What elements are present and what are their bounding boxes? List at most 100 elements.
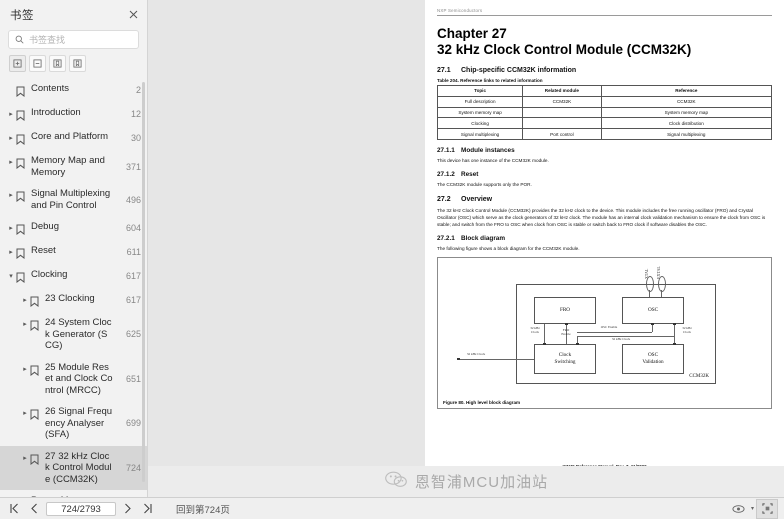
bookmark-item[interactable]: Contents 2	[0, 78, 147, 102]
chevron-right-icon[interactable]: ▸	[6, 131, 16, 145]
table-cell-topic: System memory map	[436, 106, 524, 119]
bookmark-item[interactable]: ▸ 23 Clocking 617	[0, 288, 147, 312]
chevron-right-icon[interactable]: ▸	[20, 406, 30, 420]
bookmark-item[interactable]: ▸ Reset 611	[0, 240, 147, 264]
view-mode-icon[interactable]	[729, 500, 749, 518]
goto-page-link[interactable]: 回到第724页	[176, 502, 230, 516]
bookmark-item[interactable]: ▸ Core and Platform 30	[0, 126, 147, 150]
bookmark-icon	[30, 451, 41, 465]
bookmark-label: Signal Multiplexing and Pin Control	[31, 188, 111, 211]
page-number-input[interactable]: 724/2793	[46, 501, 116, 516]
pdf-reader-window: 书签 书签查找 Contents 2 ▸ Introduction 12 ▸ C…	[0, 0, 784, 519]
bookmark-item[interactable]: ▸ Debug 604	[0, 216, 147, 240]
add-bookmark-icon[interactable]	[49, 55, 66, 72]
block-osc-validation: OSC Validation	[622, 343, 684, 374]
bookmark-item[interactable]: ▸ 24 System Clock Generator (SCG) 625	[0, 312, 147, 357]
table-cell-reference[interactable]: Signal multiplexing	[600, 128, 773, 140]
section-27-2-title: Overview	[461, 195, 493, 203]
chevron-down-icon[interactable]: ▾	[751, 505, 754, 512]
bookmarks-panel-header: 书签	[0, 0, 147, 30]
bookmark-page-number: 2	[135, 85, 141, 95]
chevron-right-icon[interactable]: ▸	[6, 155, 16, 169]
bookmarks-panel-title: 书签	[10, 10, 34, 22]
bookmark-icon	[30, 293, 41, 308]
bookmark-label: Core and Platform	[31, 131, 109, 142]
table-cell-reference[interactable]: CCM32K	[600, 95, 773, 108]
chevron-right-icon[interactable]: ▸	[20, 451, 30, 465]
bookmark-item[interactable]: ▸ 26 Signal Frequency Analyser (SFA) 699	[0, 401, 147, 446]
chevron-right-icon[interactable]: ▸	[20, 362, 30, 376]
wire-label-osc-enable: OSC Enable	[600, 324, 618, 329]
chevron-right-icon[interactable]: ▸	[6, 107, 16, 121]
previous-page-icon[interactable]	[24, 500, 44, 518]
bookmark-label: 25 Module Reset and Clock Control (MRCC)	[45, 361, 113, 396]
last-page-icon[interactable]	[138, 500, 158, 518]
chapter-title: 32 kHz Clock Control Module (CCM32K)	[437, 42, 692, 57]
bookmark-item[interactable]: ▸Power Management738	[0, 490, 147, 497]
bookmark-toolbar	[0, 49, 147, 77]
bookmark-icon	[16, 245, 27, 260]
next-page-icon[interactable]	[118, 500, 138, 518]
table-cell-reference[interactable]: System memory map	[600, 106, 773, 119]
chevron-right-icon[interactable]: ▸	[20, 317, 30, 331]
bookmark-page-number: 625	[125, 329, 141, 340]
section-27-1-number: 27.1	[437, 67, 451, 74]
chevron-right-icon[interactable]: ▸	[6, 188, 16, 202]
table-header-module: Related module	[522, 85, 602, 97]
pdf-viewer: NXP Semiconductors Chapter 27 32 kHz Clo…	[148, 0, 784, 497]
table-cell-topic: Full description	[436, 95, 524, 108]
chevron-right-icon[interactable]: ▸	[20, 293, 30, 307]
junction-dot-1	[543, 342, 546, 346]
bookmark-item[interactable]: ▸ Introduction 12	[0, 102, 147, 126]
wire-osc-enable-h	[577, 331, 652, 333]
bookmark-item[interactable]: ▸ Memory Map and Memory 371	[0, 150, 147, 183]
wire-osc-clock-down	[674, 323, 675, 344]
pdf-page: NXP Semiconductors Chapter 27 32 kHz Clo…	[425, 0, 784, 484]
bookmark-item[interactable]: ▾ Clocking 617	[0, 264, 147, 288]
block-fro: FRO	[534, 296, 596, 324]
bookmark-icon	[16, 83, 27, 98]
chevron-right-icon[interactable]: ▸	[6, 221, 16, 235]
bookmark-search-input[interactable]	[29, 34, 129, 45]
table-header-reference: Reference	[600, 85, 773, 97]
fit-page-icon[interactable]	[756, 498, 778, 519]
table-row: Full description CCM32K CCM32K	[436, 95, 773, 108]
bookmark-page-number: 651	[125, 373, 141, 384]
chevron-down-icon[interactable]: ▾	[6, 269, 16, 283]
bookmark-label: Clocking	[31, 269, 68, 280]
junction-dot-5	[673, 322, 676, 326]
bookmark-label: Introduction	[31, 107, 81, 118]
bookmark-search-box[interactable]	[8, 30, 139, 49]
bookmark-item[interactable]: ▸ 25 Module Reset and Clock Control (MRCC…	[0, 357, 147, 402]
watermark-banner: 恩智浦MCU加油站	[148, 466, 784, 497]
bookmark-item[interactable]: ▸ Signal Multiplexing and Pin Control 496	[0, 183, 147, 216]
wire-label-fro-clock: 32 kHz Clock	[530, 325, 540, 334]
block-clock-switching: Clock Switching	[534, 343, 596, 374]
expand-all-bookmarks-icon[interactable]	[9, 55, 26, 72]
section-27-1-1-number: 27.1.1	[437, 146, 455, 154]
bookmark-label: 26 Signal Frequency Analyser (SFA)	[45, 406, 113, 440]
bookmark-options-icon[interactable]	[69, 55, 86, 72]
wire-label-fro-enable: FRO Enable	[561, 327, 571, 336]
bookmark-icon	[16, 188, 27, 203]
bookmark-item[interactable]: ▸ 27 32 kHz Clock Control Module (CCM32K)…	[0, 445, 147, 490]
table-cell-topic: Signal multiplexing	[436, 128, 524, 140]
collapse-all-bookmarks-icon[interactable]	[29, 55, 46, 72]
section-27-1-2-body: The CCM32K module supports only the POR.	[437, 181, 532, 187]
bookmarks-tree[interactable]: Contents 2 ▸ Introduction 12 ▸ Core and Platfo…	[0, 78, 147, 497]
table-cell-module: CCM32K	[522, 95, 602, 108]
section-27-1-2-title: Reset	[461, 170, 479, 178]
bookmarks-scrollbar[interactable]	[142, 82, 145, 482]
close-icon[interactable]	[126, 8, 140, 22]
bookmark-page-number: 12	[130, 109, 141, 119]
chevron-right-icon[interactable]: ▸	[6, 245, 16, 259]
table-row: Clocking Clock distribution	[436, 117, 773, 130]
bookmark-page-number: 371	[125, 161, 141, 172]
first-page-icon[interactable]	[4, 500, 24, 518]
table-cell-reference[interactable]: Clock distribution	[600, 117, 773, 130]
block-diagram-figure: XTAL EXTAL CCM32K FRO OSC Clock Switching…	[437, 256, 772, 409]
table-cell-module: Port control	[522, 128, 602, 140]
wire-label-osc-clock: 32 kHz Clock	[682, 325, 692, 334]
section-27-2-1-number: 27.2.1	[437, 234, 455, 242]
